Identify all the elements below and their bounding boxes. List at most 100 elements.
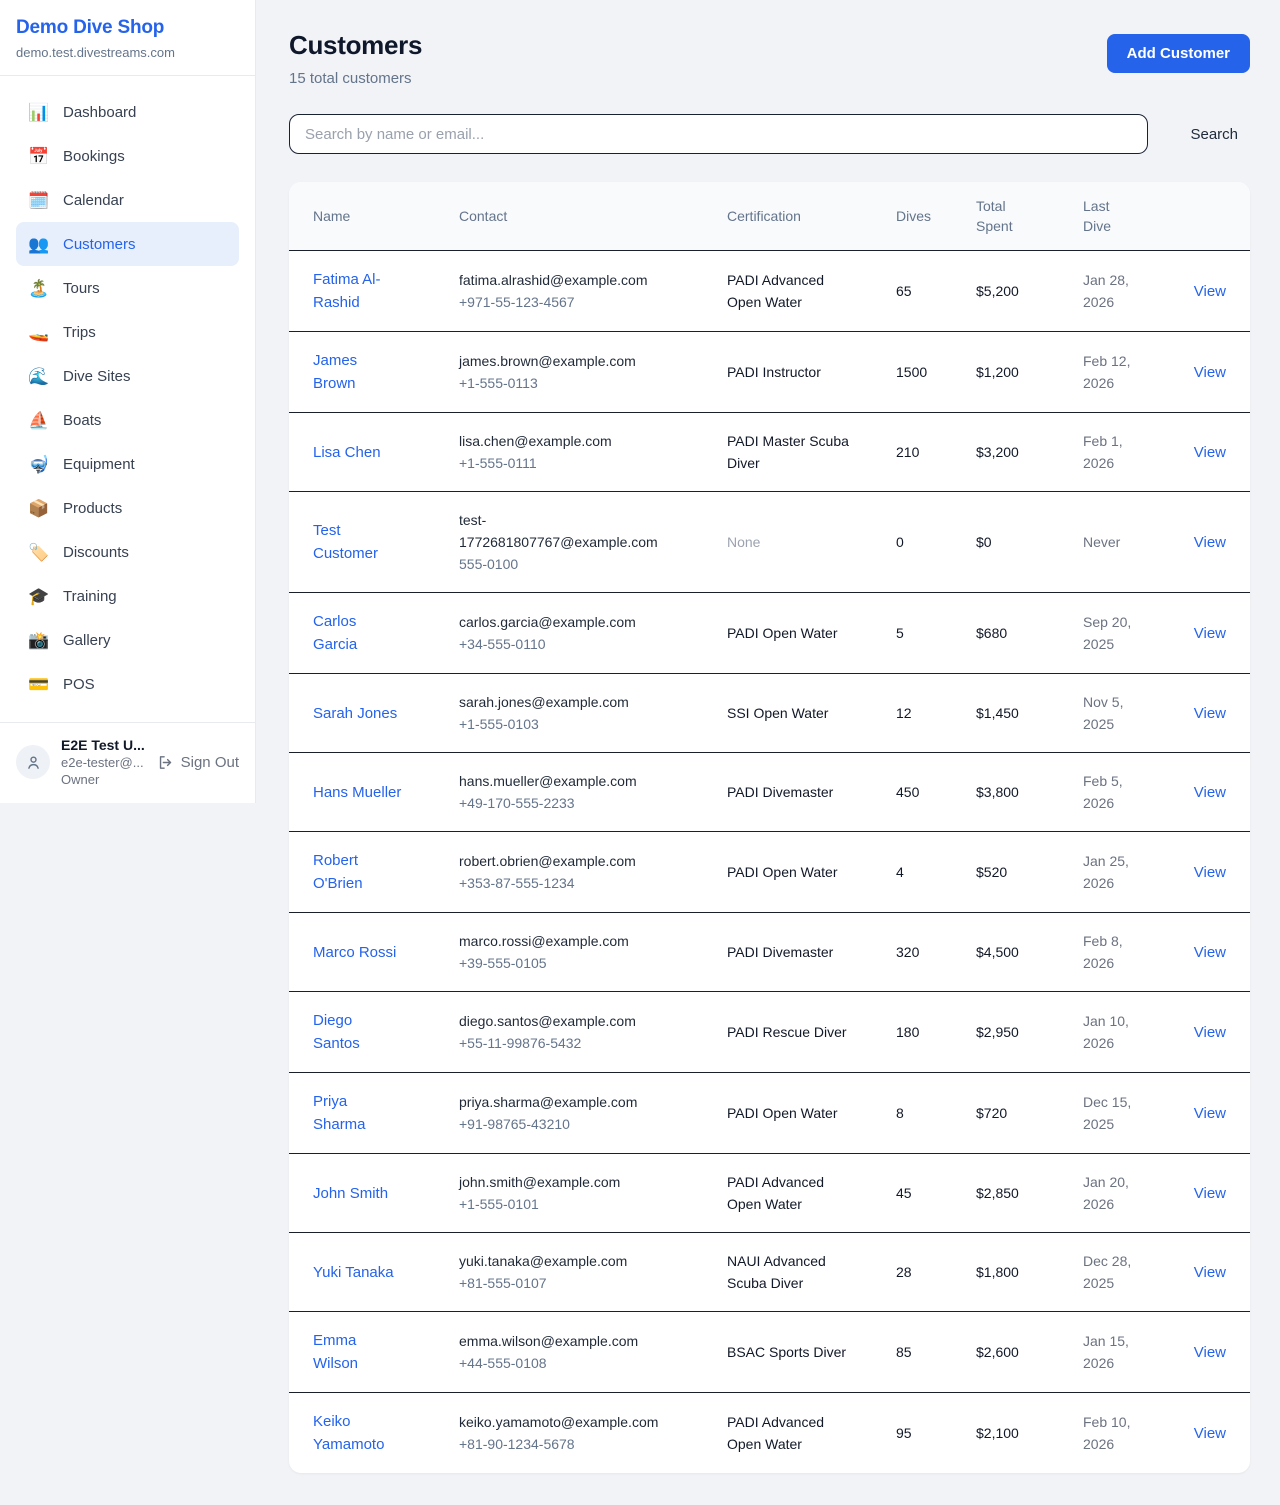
customer-name-link[interactable]: Carlos Garcia: [313, 610, 403, 656]
customer-total-spent: $0: [976, 492, 1083, 593]
customer-phone: +1-555-0113: [459, 372, 671, 394]
customer-name-link[interactable]: Robert O'Brien: [313, 849, 403, 895]
column-header-certification: Certification: [727, 182, 896, 251]
customer-phone: +91-98765-43210: [459, 1113, 671, 1135]
view-customer-link[interactable]: View: [1194, 784, 1226, 801]
customer-email: john.smith@example.com: [459, 1171, 671, 1193]
customer-name-link[interactable]: Priya Sharma: [313, 1090, 403, 1136]
view-customer-link[interactable]: View: [1194, 1344, 1226, 1361]
customer-name-link[interactable]: Sarah Jones: [313, 702, 397, 725]
table-row: Robert O'Brien robert.obrien@example.com…: [289, 832, 1250, 913]
table-row: Marco Rossi marco.rossi@example.com +39-…: [289, 913, 1250, 992]
customer-name-link[interactable]: James Brown: [313, 349, 403, 395]
customer-last-dive: Dec 28, 2025: [1083, 1250, 1157, 1294]
search-input[interactable]: [289, 114, 1148, 154]
customer-email: yuki.tanaka@example.com: [459, 1250, 671, 1272]
sidebar-item-tours[interactable]: 🏝️ Tours: [16, 266, 239, 310]
customer-name-link[interactable]: Marco Rossi: [313, 941, 396, 964]
customer-name-link[interactable]: John Smith: [313, 1182, 388, 1205]
sidebar-item-label: Gallery: [63, 632, 111, 649]
customer-total-spent: $2,100: [976, 1393, 1083, 1474]
sidebar-item-calendar[interactable]: 🗓️ Calendar: [16, 178, 239, 222]
view-customer-link[interactable]: View: [1194, 1425, 1226, 1442]
table-row: Carlos Garcia carlos.garcia@example.com …: [289, 593, 1250, 674]
customer-dives: 8: [896, 1073, 976, 1154]
customer-total-spent: $1,800: [976, 1233, 1083, 1312]
view-customer-link[interactable]: View: [1194, 944, 1226, 961]
view-customer-link[interactable]: View: [1194, 1105, 1226, 1122]
customer-total-spent: $5,200: [976, 251, 1083, 332]
customer-email: sarah.jones@example.com: [459, 691, 671, 713]
discounts-icon: 🏷️: [27, 544, 51, 561]
sidebar-item-label: Equipment: [63, 456, 135, 473]
training-icon: 🎓: [27, 588, 51, 605]
search-button[interactable]: Search: [1178, 118, 1250, 151]
view-customer-link[interactable]: View: [1194, 1024, 1226, 1041]
table-row: Yuki Tanaka yuki.tanaka@example.com +81-…: [289, 1233, 1250, 1312]
sign-out-button[interactable]: Sign Out: [157, 754, 239, 771]
customer-email: james.brown@example.com: [459, 350, 671, 372]
customer-dives: 450: [896, 753, 976, 832]
customer-name-link[interactable]: Keiko Yamamoto: [313, 1410, 403, 1456]
sidebar-item-gallery[interactable]: 📸 Gallery: [16, 618, 239, 662]
sidebar-item-customers[interactable]: 👥 Customers: [16, 222, 239, 266]
sidebar-item-boats[interactable]: ⛵ Boats: [16, 398, 239, 442]
customer-certification: PADI Open Water: [727, 1102, 851, 1124]
customers-table: Name Contact Certification Dives Total S…: [289, 182, 1250, 1473]
customer-last-dive: Jan 15, 2026: [1083, 1330, 1157, 1374]
customer-last-dive: Feb 10, 2026: [1083, 1411, 1157, 1455]
add-customer-button[interactable]: Add Customer: [1107, 34, 1250, 73]
customer-name-link[interactable]: Fatima Al-Rashid: [313, 268, 403, 314]
customer-last-dive: Jan 28, 2026: [1083, 269, 1157, 313]
dive-sites-icon: 🌊: [27, 368, 51, 385]
view-customer-link[interactable]: View: [1194, 444, 1226, 461]
customer-email: marco.rossi@example.com: [459, 930, 671, 952]
customer-name-link[interactable]: Test Customer: [313, 519, 403, 565]
customer-name-link[interactable]: Diego Santos: [313, 1009, 403, 1055]
customer-total-spent: $520: [976, 832, 1083, 913]
customer-name-link[interactable]: Emma Wilson: [313, 1329, 403, 1375]
customer-dives: 180: [896, 992, 976, 1073]
sidebar-item-label: Customers: [63, 236, 136, 253]
column-header-actions: [1190, 182, 1250, 251]
customer-name-link[interactable]: Yuki Tanaka: [313, 1261, 394, 1284]
view-customer-link[interactable]: View: [1194, 1264, 1226, 1281]
sidebar-item-products[interactable]: 📦 Products: [16, 486, 239, 530]
customer-dives: 45: [896, 1154, 976, 1233]
customer-last-dive: Feb 12, 2026: [1083, 350, 1157, 394]
page-header: Customers 15 total customers Add Custome…: [289, 30, 1250, 87]
customer-phone: +55-11-99876-5432: [459, 1032, 671, 1054]
table-row: John Smith john.smith@example.com +1-555…: [289, 1154, 1250, 1233]
customer-last-dive: Feb 1, 2026: [1083, 430, 1157, 474]
customer-last-dive: Nov 5, 2025: [1083, 691, 1157, 735]
sidebar-item-label: Tours: [63, 280, 100, 297]
user-info: E2E Test U... e2e-tester@... Owner: [61, 737, 146, 787]
sidebar-item-discounts[interactable]: 🏷️ Discounts: [16, 530, 239, 574]
customer-dives: 28: [896, 1233, 976, 1312]
customer-email: diego.santos@example.com: [459, 1010, 671, 1032]
sidebar-item-pos[interactable]: 💳 POS: [16, 662, 239, 706]
sidebar-item-training[interactable]: 🎓 Training: [16, 574, 239, 618]
sidebar-item-trips[interactable]: 🚤 Trips: [16, 310, 239, 354]
sidebar-item-equipment[interactable]: 🤿 Equipment: [16, 442, 239, 486]
table-row: Lisa Chen lisa.chen@example.com +1-555-0…: [289, 413, 1250, 492]
pos-icon: 💳: [27, 676, 51, 693]
calendar-icon: 🗓️: [27, 192, 51, 209]
sidebar-item-dive-sites[interactable]: 🌊 Dive Sites: [16, 354, 239, 398]
products-icon: 📦: [27, 500, 51, 517]
person-icon: [25, 754, 42, 771]
sidebar-item-bookings[interactable]: 📅 Bookings: [16, 134, 239, 178]
customers-table-card: Name Contact Certification Dives Total S…: [289, 182, 1250, 1473]
customer-name-link[interactable]: Hans Mueller: [313, 781, 401, 804]
view-customer-link[interactable]: View: [1194, 364, 1226, 381]
customer-certification: NAUI Advanced Scuba Diver: [727, 1250, 851, 1294]
sidebar-item-dashboard[interactable]: 📊 Dashboard: [16, 90, 239, 134]
view-customer-link[interactable]: View: [1194, 625, 1226, 642]
column-header-name: Name: [289, 182, 459, 251]
view-customer-link[interactable]: View: [1194, 705, 1226, 722]
customer-name-link[interactable]: Lisa Chen: [313, 441, 381, 464]
view-customer-link[interactable]: View: [1194, 534, 1226, 551]
view-customer-link[interactable]: View: [1194, 1185, 1226, 1202]
view-customer-link[interactable]: View: [1194, 864, 1226, 881]
view-customer-link[interactable]: View: [1194, 283, 1226, 300]
